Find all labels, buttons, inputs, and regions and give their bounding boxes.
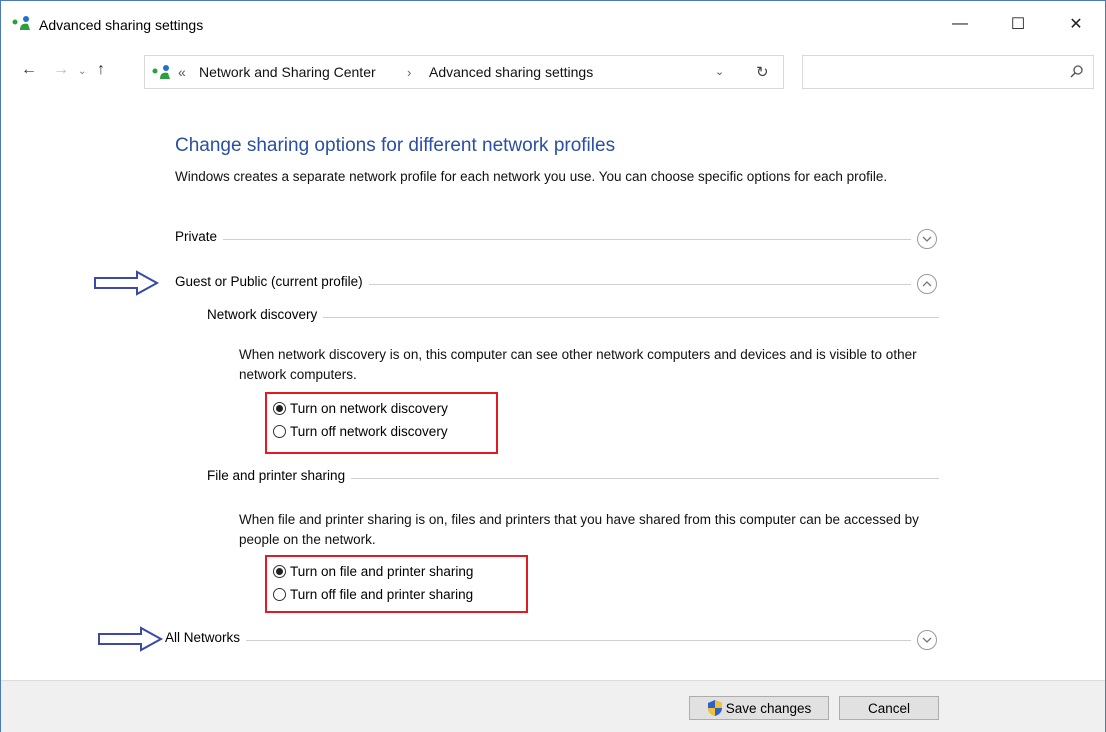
file-printer-sharing-label: File and printer sharing xyxy=(207,468,352,483)
recent-locations-chevron-icon[interactable]: ⌄ xyxy=(78,66,86,77)
turn-on-file-printer-sharing-radio[interactable]: Turn on file and printer sharing xyxy=(273,564,473,579)
radio-selected-icon[interactable] xyxy=(273,402,286,415)
turn-off-file-printer-sharing-radio[interactable]: Turn off file and printer sharing xyxy=(273,587,473,602)
address-bar[interactable]: « Network and Sharing Center › Advanced … xyxy=(144,55,784,89)
profile-all-networks-header[interactable]: All Networks xyxy=(165,630,945,652)
annotation-arrow-icon xyxy=(98,626,164,652)
profile-private-header[interactable]: Private xyxy=(175,229,945,251)
minimize-button[interactable]: — xyxy=(937,9,983,39)
divider xyxy=(175,239,911,240)
search-icon[interactable] xyxy=(1069,64,1085,80)
network-discovery-label: Network discovery xyxy=(207,307,324,322)
collapse-chevron-up-icon[interactable] xyxy=(917,274,937,294)
page-title: Change sharing options for different net… xyxy=(175,135,616,156)
radio-label: Turn off network discovery xyxy=(290,424,448,439)
breadcrumb-network-sharing-center[interactable]: Network and Sharing Center xyxy=(199,64,376,80)
turn-off-network-discovery-radio[interactable]: Turn off network discovery xyxy=(273,424,448,439)
breadcrumb-advanced-sharing-settings[interactable]: Advanced sharing settings xyxy=(429,64,593,80)
save-changes-label: Save changes xyxy=(725,700,812,716)
network-icon xyxy=(12,16,30,30)
divider xyxy=(165,640,911,641)
file-printer-sharing-description: When file and printer sharing is on, fil… xyxy=(239,512,919,547)
radio-label: Turn off file and printer sharing xyxy=(290,587,474,602)
close-button[interactable]: ✕ xyxy=(1053,9,1099,39)
up-arrow-icon[interactable]: ↑ xyxy=(97,61,105,79)
breadcrumb-separator-icon[interactable]: › xyxy=(407,65,411,80)
expand-chevron-down-icon[interactable] xyxy=(917,630,937,650)
radio-label: Turn on network discovery xyxy=(290,401,448,416)
search-input[interactable] xyxy=(802,55,1094,89)
save-changes-button[interactable]: Save changes xyxy=(689,696,829,720)
maximize-button[interactable]: ☐ xyxy=(995,9,1041,39)
network-discovery-header: Network discovery xyxy=(207,307,939,329)
file-printer-sharing-header: File and printer sharing xyxy=(207,468,939,490)
refresh-icon[interactable]: ↻ xyxy=(756,63,769,81)
address-dropdown-icon[interactable]: ⌄ xyxy=(715,65,724,78)
back-arrow-icon[interactable]: ← xyxy=(21,61,37,79)
radio-selected-icon[interactable] xyxy=(273,565,286,578)
expand-chevron-down-icon[interactable] xyxy=(917,229,937,249)
profile-guest-public-header[interactable]: Guest or Public (current profile) xyxy=(175,274,945,296)
title-bar: Advanced sharing settings — ☐ ✕ xyxy=(1,1,1105,41)
network-discovery-description: When network discovery is on, this compu… xyxy=(239,347,917,382)
forward-arrow-icon[interactable]: → xyxy=(53,61,69,79)
footer-bar: Save changes Cancel xyxy=(1,680,1105,732)
profile-guest-public-label: Guest or Public (current profile) xyxy=(175,274,369,289)
breadcrumb-overflow-icon[interactable]: « xyxy=(178,64,186,80)
turn-on-network-discovery-radio[interactable]: Turn on network discovery xyxy=(273,401,448,416)
window-title: Advanced sharing settings xyxy=(39,17,204,33)
network-icon xyxy=(152,65,170,79)
profile-all-networks-label: All Networks xyxy=(165,630,247,645)
annotation-arrow-icon xyxy=(94,270,160,296)
navigation-bar: ← → ⌄ ↑ « Network and Sharing Center › A… xyxy=(1,51,1105,91)
page-description: Windows creates a separate network profi… xyxy=(175,169,888,184)
uac-shield-icon xyxy=(707,700,722,716)
radio-unselected-icon[interactable] xyxy=(273,588,286,601)
advanced-sharing-window: Advanced sharing settings — ☐ ✕ ← → ⌄ ↑ … xyxy=(0,0,1106,732)
cancel-button[interactable]: Cancel xyxy=(839,696,939,720)
profile-private-label: Private xyxy=(175,229,224,244)
radio-label: Turn on file and printer sharing xyxy=(290,564,474,579)
radio-unselected-icon[interactable] xyxy=(273,425,286,438)
